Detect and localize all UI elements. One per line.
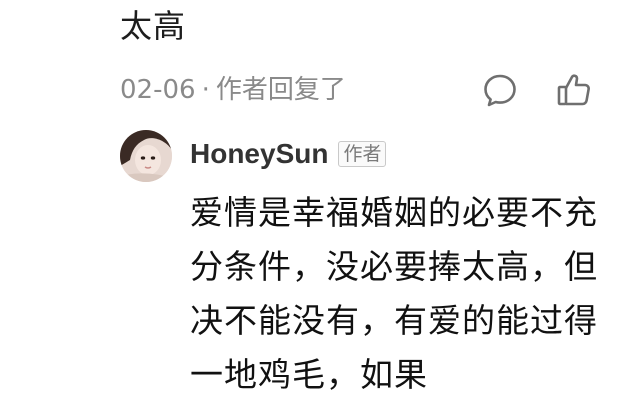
- reply-date: 02-06: [120, 75, 196, 105]
- reply-meta: 02-06 · 作者回复了: [120, 72, 346, 108]
- comment-bubble-icon[interactable]: [482, 72, 518, 108]
- author-row: HoneySun 作者: [190, 138, 387, 170]
- meta-separator: ·: [201, 75, 210, 105]
- previous-comment-text: 太高: [120, 7, 187, 45]
- author-badge: 作者: [338, 141, 387, 167]
- reply-text: 爱情是幸福婚姻的必要不充分条件，没必要捧太高，但决不能没有，有爱的能过得一地鸡毛…: [190, 193, 598, 394]
- author-name[interactable]: HoneySun: [190, 138, 328, 170]
- author-replied-label: 作者回复了: [215, 75, 346, 105]
- thumbs-up-icon[interactable]: [556, 72, 592, 108]
- avatar[interactable]: [120, 130, 172, 182]
